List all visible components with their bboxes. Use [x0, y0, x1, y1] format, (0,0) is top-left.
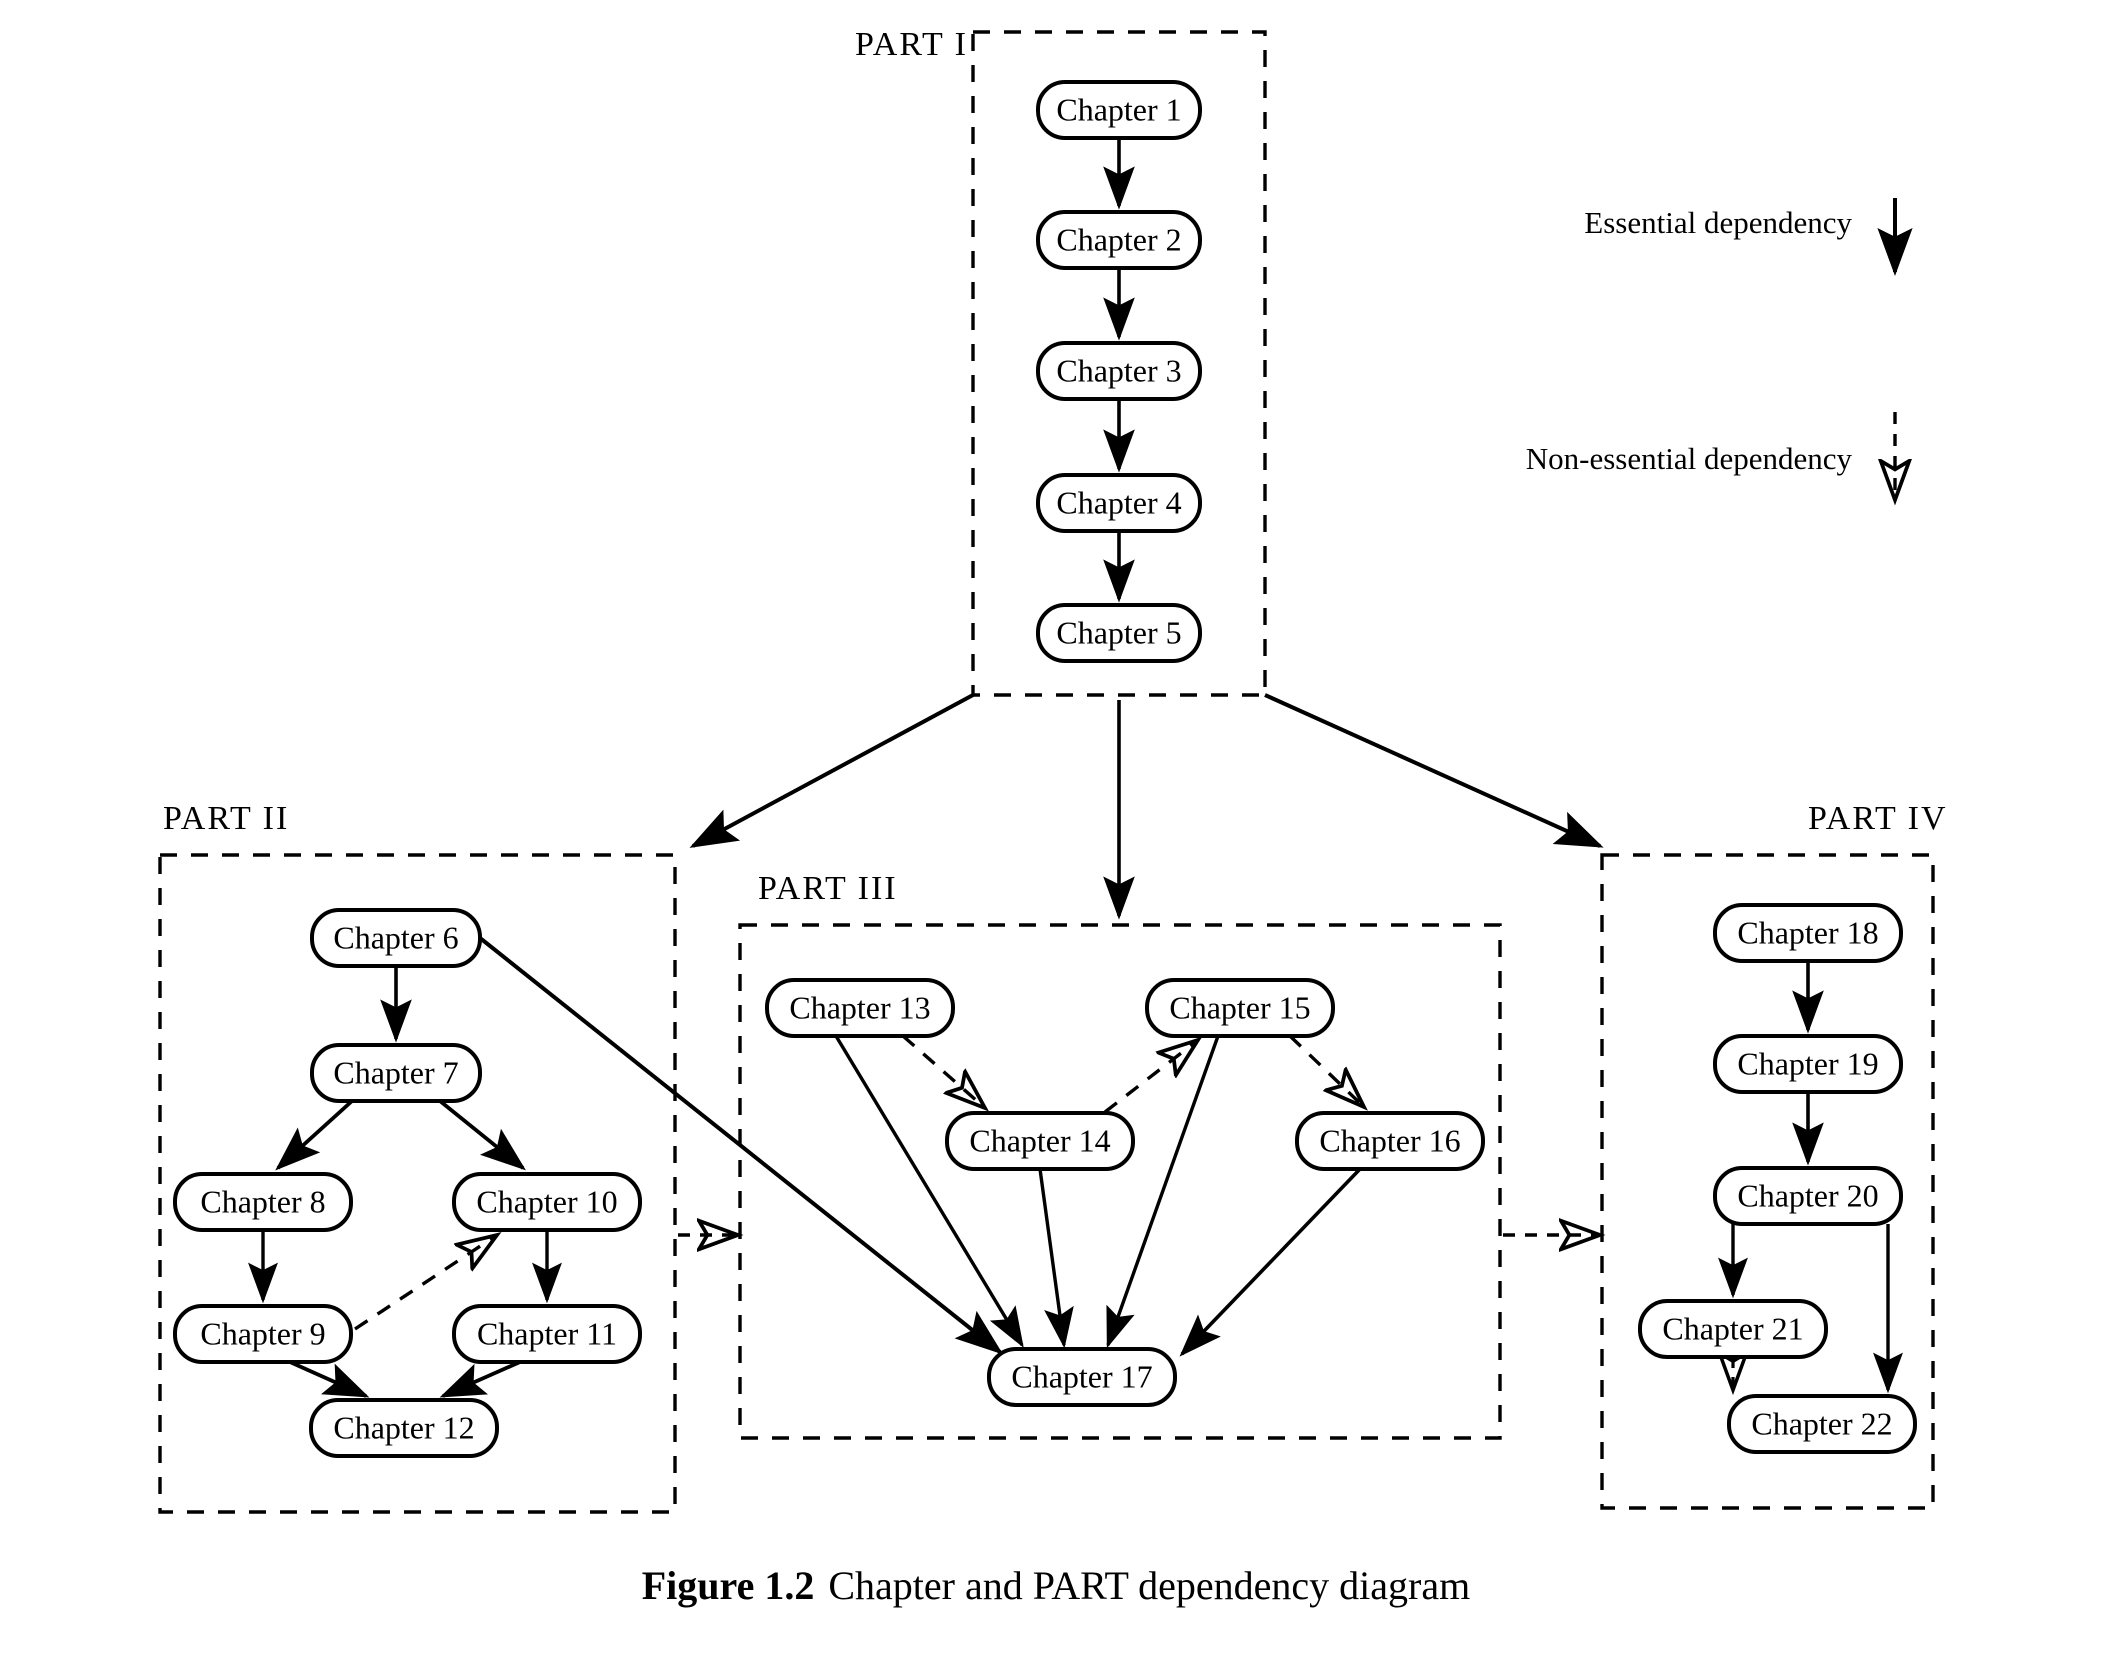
node-box-ch14[interactable] — [945, 1111, 1135, 1171]
edge-ch7-ch8 — [275, 1099, 354, 1171]
node-box-ch18[interactable] — [1713, 903, 1903, 963]
node-box-ch13[interactable] — [765, 978, 955, 1038]
edge-ch16-ch17 — [1179, 1167, 1362, 1357]
edge-ch14-ch15 — [1103, 1040, 1198, 1114]
node-box-ch19[interactable] — [1713, 1034, 1903, 1094]
edges-part3 — [834, 1034, 1364, 1357]
node-box-ch10[interactable] — [452, 1172, 642, 1232]
part-label-part2: PART II — [163, 800, 290, 837]
node-box-ch15[interactable] — [1145, 978, 1335, 1038]
node-box-ch20[interactable] — [1713, 1166, 1903, 1226]
node-box-ch5[interactable] — [1036, 603, 1202, 663]
legend-nonessential-label: Non-essential dependency — [1525, 441, 1852, 476]
node-box-ch16[interactable] — [1295, 1111, 1485, 1171]
node-box-ch12[interactable] — [309, 1398, 499, 1458]
edge-ch13-ch17 — [834, 1035, 1024, 1348]
edge-ch7-ch10 — [438, 1099, 526, 1171]
edge-ch14-ch17 — [1038, 1168, 1074, 1349]
node-box-ch17[interactable] — [987, 1347, 1177, 1407]
node-box-ch7[interactable] — [310, 1043, 482, 1103]
node-box-ch2[interactable] — [1036, 210, 1202, 270]
node-box-ch6[interactable] — [310, 908, 482, 968]
dependency-diagram-canvas — [158, 30, 1935, 1514]
edge-ch9-ch12 — [289, 1360, 370, 1398]
edge-ch15-ch16 — [1288, 1034, 1364, 1107]
part-label-part4: PART IV — [1808, 800, 1948, 837]
edge-part1-part2 — [689, 693, 974, 848]
node-box-ch3[interactable] — [1036, 341, 1202, 401]
part-label-part3: PART III — [758, 870, 898, 907]
node-box-ch4[interactable] — [1036, 473, 1202, 533]
node-box-ch1[interactable] — [1036, 80, 1202, 140]
part-label-part1: PART I — [855, 26, 968, 63]
figure-title: Chapter and PART dependency diagram — [828, 1563, 1471, 1608]
node-box-ch11[interactable] — [452, 1304, 642, 1364]
edge-ch13-ch14 — [901, 1034, 985, 1108]
node-box-ch8[interactable] — [173, 1172, 353, 1232]
figure-page: PART I PART II PART III PART IV Chapter … — [0, 0, 2112, 1678]
edge-ch11-ch12 — [439, 1360, 521, 1398]
chapter-node-shapes — [173, 80, 1917, 1458]
edge-ch15-ch17 — [1106, 1035, 1220, 1349]
edge-part1-part4 — [1264, 693, 1604, 848]
node-box-ch21[interactable] — [1638, 1299, 1828, 1359]
figure-caption: Figure 1.2 Chapter and PART dependency di… — [0, 1562, 2112, 1609]
node-box-ch22[interactable] — [1727, 1394, 1917, 1454]
figure-number: Figure 1.2 — [641, 1563, 815, 1608]
node-box-ch9[interactable] — [173, 1304, 353, 1364]
legend-essential-label: Essential dependency — [1584, 205, 1852, 240]
